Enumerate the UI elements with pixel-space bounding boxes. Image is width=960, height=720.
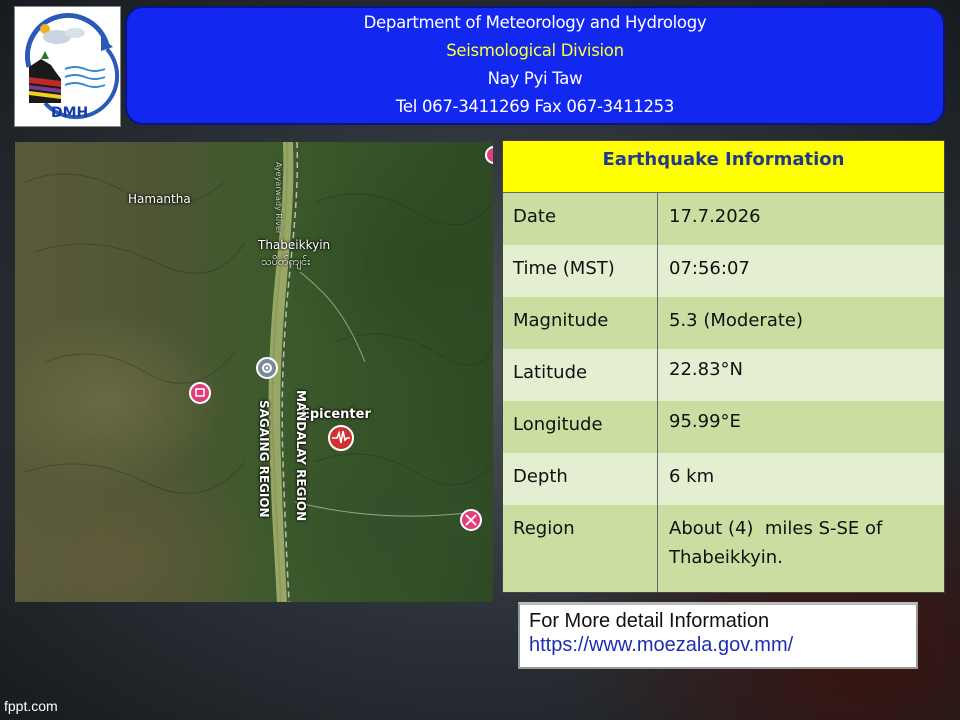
info-value: 07:56:07 (669, 258, 750, 279)
logo-text: DMH (51, 105, 89, 121)
header-department: Department of Meteorology and Hydrology (363, 13, 707, 32)
info-label: Depth (503, 453, 658, 505)
dmh-logo: DMH (14, 6, 121, 127)
header-contact: Tel 067-3411269 Fax 067-3411253 (395, 97, 675, 116)
map-terrain (24, 142, 493, 602)
info-value: About (4) miles S-SE of Thabeikkyin. (669, 518, 889, 568)
detail-text: For More detail Information (529, 610, 770, 632)
header-city: Nay Pyi Taw (487, 69, 583, 88)
footer-credit: fppt.com (4, 698, 58, 714)
info-value: 5.3 (Moderate) (669, 310, 803, 331)
building-icon (195, 388, 205, 397)
mandalay-region-label: MANDALAY REGION (294, 390, 308, 522)
sagaing-region-label: SAGAING REGION (257, 400, 271, 518)
landmark-marker[interactable] (256, 357, 278, 379)
info-label: Date (503, 193, 658, 245)
detail-info-box: For More detail Information https://www.… (518, 602, 918, 669)
info-title: Earthquake Information (503, 141, 944, 193)
info-value: 6 km (669, 466, 715, 487)
poi-marker-west[interactable] (189, 382, 211, 404)
info-label: Magnitude (503, 297, 658, 349)
info-row-time: Time (MST) 07:56:07 (503, 245, 944, 298)
info-label: Latitude (503, 349, 658, 401)
earthquake-info-table: Earthquake Information Date 17.7.2026 Ti… (502, 140, 945, 593)
detail-link[interactable]: https://www.moezala.gov.mm/ (529, 634, 916, 657)
info-row-date: Date 17.7.2026 (503, 193, 944, 246)
poi-marker-east[interactable] (460, 509, 482, 531)
tools-icon (465, 514, 477, 526)
info-label: Region (503, 505, 658, 592)
info-row-longitude: Longitude 95.99°E (503, 401, 944, 454)
satellite-map[interactable]: Hamantha Thabeikkyin သပိတ်ကျင်း Epicente… (15, 142, 493, 602)
epicenter-marker[interactable] (328, 425, 354, 451)
gear-icon (262, 363, 272, 373)
info-value: 17.7.2026 (669, 206, 761, 227)
info-row-region: Region About (4) miles S-SE of Thabeikky… (503, 505, 944, 592)
seismic-wave-icon (332, 430, 350, 444)
info-row-latitude: Latitude 22.83°N (503, 349, 944, 402)
place-thabeikkyin: Thabeikkyin (258, 238, 331, 252)
info-label: Longitude (503, 401, 658, 453)
place-epicenter-label: Epicenter (301, 407, 371, 422)
place-thabeikkyin-local: သပိတ်ကျင်း (261, 255, 311, 268)
header-division: Seismological Division (446, 41, 624, 60)
info-value: 22.83°N (669, 359, 743, 380)
info-row-magnitude: Magnitude 5.3 (Moderate) (503, 297, 944, 350)
info-value: 95.99°E (669, 411, 741, 432)
river-label: Ayeyarwady River (274, 162, 283, 235)
info-row-depth: Depth 6 km (503, 453, 944, 506)
place-hamantha: Hamantha (128, 192, 191, 206)
info-label: Time (MST) (503, 245, 658, 297)
header-banner: Department of Meteorology and Hydrology … (125, 6, 945, 125)
